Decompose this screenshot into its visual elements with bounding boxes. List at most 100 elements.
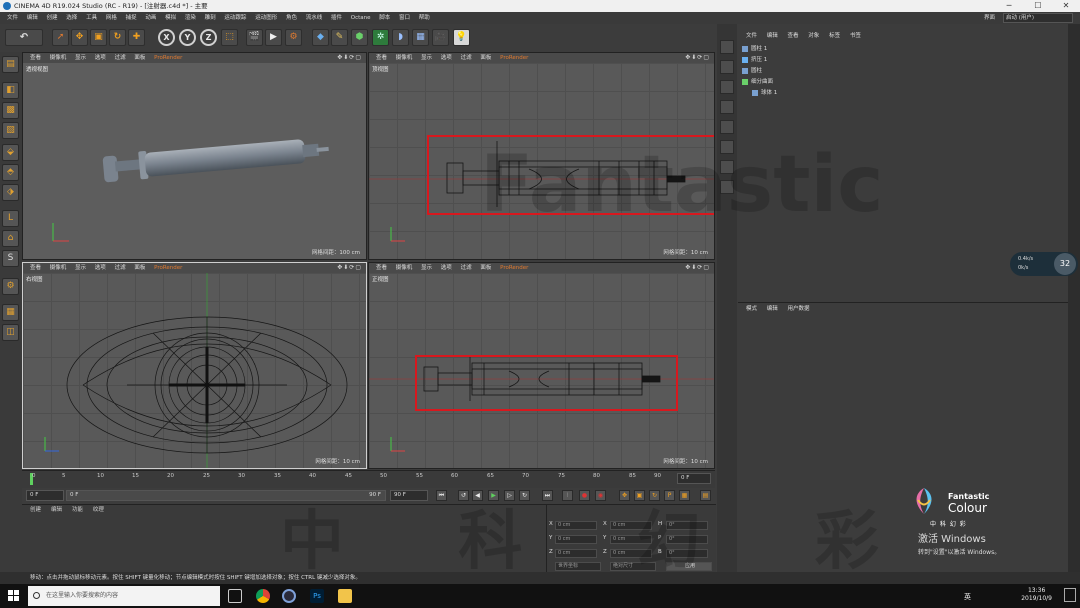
pen-spline-icon[interactable]: ✎ xyxy=(331,29,348,46)
am-menu-edit[interactable]: 编辑 xyxy=(767,306,778,312)
vp-menu-display[interactable]: 显示 xyxy=(421,265,432,271)
menu-file[interactable]: 文件 xyxy=(7,15,18,21)
motion-path-icon[interactable]: ⌇ xyxy=(562,490,573,501)
layout-select[interactable]: 启动 (用户) xyxy=(1003,13,1073,23)
key-parameter-icon[interactable]: P xyxy=(664,490,675,501)
next-key-icon[interactable]: ↻ xyxy=(519,490,530,501)
menu-create[interactable]: 创建 xyxy=(47,15,58,21)
menu-sculpt[interactable]: 雕刻 xyxy=(205,15,216,21)
side-tool-icon[interactable] xyxy=(720,80,734,94)
apply-button[interactable]: 应用 xyxy=(666,562,712,571)
light-icon[interactable]: 💡 xyxy=(453,29,470,46)
position-z-field[interactable]: 0 cm xyxy=(555,549,597,558)
file-explorer-icon[interactable] xyxy=(338,589,352,603)
object-row[interactable]: 圆柱 1 xyxy=(742,44,1062,54)
menu-mesh[interactable]: 网格 xyxy=(106,15,117,21)
position-x-field[interactable]: 0 cm xyxy=(555,521,597,530)
chrome-icon[interactable] xyxy=(256,589,270,603)
rotation-p-field[interactable]: 0° xyxy=(666,535,708,544)
menu-snap[interactable]: 捕捉 xyxy=(126,15,137,21)
object-row[interactable]: 挤压 1 xyxy=(742,55,1062,65)
workplane-mode-icon[interactable]: ▧ xyxy=(2,122,19,139)
vp-menu-panel[interactable]: 面板 xyxy=(134,55,145,61)
next-frame-icon[interactable]: ▷ xyxy=(504,490,515,501)
menu-select[interactable]: 选择 xyxy=(66,15,77,21)
viewport-nav-icons[interactable]: ✥⬇⟳▢ xyxy=(685,263,710,273)
taskbar-search-box[interactable]: 在这里输入你要搜索的内容 xyxy=(28,586,220,606)
vp-menu-panel[interactable]: 面板 xyxy=(134,265,145,271)
menu-pipeline[interactable]: 流水线 xyxy=(306,15,323,21)
viewport-nav-icons[interactable]: ✥⬇⟳▢ xyxy=(685,53,710,63)
y-axis-lock-icon[interactable]: Y xyxy=(179,29,196,46)
timeline-window-icon[interactable]: ▤ xyxy=(700,490,711,501)
edit-render-settings-icon[interactable]: ⚙ xyxy=(285,29,302,46)
side-tool-icon[interactable] xyxy=(720,60,734,74)
windows-start-icon[interactable] xyxy=(8,590,20,602)
size-z-field[interactable]: 0 cm xyxy=(610,549,652,558)
vp-menu-view[interactable]: 查看 xyxy=(30,55,41,61)
move-icon[interactable]: ✥ xyxy=(71,29,88,46)
prev-key-icon[interactable]: ↺ xyxy=(458,490,469,501)
rotation-b-field[interactable]: 0° xyxy=(666,549,708,558)
side-tool-icon[interactable] xyxy=(720,100,734,114)
floor-icon[interactable]: ▦ xyxy=(412,29,429,46)
menu-plugins[interactable]: 插件 xyxy=(331,15,342,21)
system-clock[interactable]: 13:36 2019/10/9 xyxy=(1021,587,1052,603)
mat-menu-function[interactable]: 功能 xyxy=(72,507,83,513)
grid-icon[interactable]: ◫ xyxy=(2,324,19,341)
viewport-nav-icons[interactable]: ✥⬇⟳▢ xyxy=(337,263,362,273)
vp-menu-cameras[interactable]: 摄像机 xyxy=(396,265,413,271)
om-menu-tags[interactable]: 标签 xyxy=(829,33,840,39)
menu-script[interactable]: 脚本 xyxy=(379,15,390,21)
mat-menu-create[interactable]: 创建 xyxy=(30,507,41,513)
viewport-right[interactable]: 查看 摄像机 显示 选项 过滤 面板 ProRender ✥⬇⟳▢ 右视图 网格… xyxy=(22,262,367,469)
minimize-button[interactable]: ─ xyxy=(995,0,1023,12)
texture-mode-icon[interactable]: ▩ xyxy=(2,102,19,119)
vp-menu-view[interactable]: 查看 xyxy=(376,55,387,61)
scale-icon[interactable]: ▣ xyxy=(90,29,107,46)
vp-menu-filter[interactable]: 过滤 xyxy=(115,265,126,271)
vp-menu-prorender[interactable]: ProRender xyxy=(500,55,528,61)
goto-end-icon[interactable]: ⏭ xyxy=(542,490,553,501)
menu-window[interactable]: 窗口 xyxy=(399,15,410,21)
menu-motion-tracking[interactable]: 运动跟踪 xyxy=(224,15,246,21)
goto-start-icon[interactable]: ⏮ xyxy=(436,490,447,501)
vp-menu-display[interactable]: 显示 xyxy=(75,265,86,271)
key-position-icon[interactable]: ✥ xyxy=(619,490,630,501)
start-frame-field[interactable]: 0 F xyxy=(26,490,64,501)
side-tool-icon[interactable] xyxy=(720,160,734,174)
input-language[interactable]: 英 xyxy=(964,592,971,602)
menu-tools[interactable]: 工具 xyxy=(86,15,97,21)
rotate-icon[interactable]: ↻ xyxy=(109,29,126,46)
am-menu-user-data[interactable]: 用户数据 xyxy=(788,306,810,312)
menu-mograph[interactable]: 运动图形 xyxy=(255,15,277,21)
vp-menu-options[interactable]: 选项 xyxy=(441,55,452,61)
object-row[interactable]: 圆柱 xyxy=(742,66,1062,76)
tweak-mode-icon[interactable]: ⌂ xyxy=(2,230,19,247)
play-icon[interactable]: ▶ xyxy=(488,490,499,501)
right-tab-strip[interactable] xyxy=(1068,24,1080,572)
am-menu-mode[interactable]: 模式 xyxy=(746,306,757,312)
object-row[interactable]: 球体 1 xyxy=(752,88,1072,98)
workplane-lock-icon[interactable]: ▦ xyxy=(2,304,19,321)
menu-simulate[interactable]: 模拟 xyxy=(165,15,176,21)
vp-menu-cameras[interactable]: 摄像机 xyxy=(396,55,413,61)
size-mode-select[interactable]: 绝对尺寸 xyxy=(610,562,656,571)
vp-menu-options[interactable]: 选项 xyxy=(441,265,452,271)
vp-menu-display[interactable]: 显示 xyxy=(421,55,432,61)
menu-edit[interactable]: 编辑 xyxy=(27,15,38,21)
om-menu-edit[interactable]: 编辑 xyxy=(767,33,778,39)
maximize-button[interactable]: ☐ xyxy=(1024,0,1052,12)
vp-menu-options[interactable]: 选项 xyxy=(95,265,106,271)
camera-icon[interactable]: 🎥 xyxy=(432,29,449,46)
deformer-icon[interactable]: ◗ xyxy=(392,29,409,46)
task-view-icon[interactable] xyxy=(228,589,242,603)
vp-menu-panel[interactable]: 面板 xyxy=(480,265,491,271)
cinema4d-taskbar-icon[interactable] xyxy=(282,589,296,603)
vp-menu-cameras[interactable]: 摄像机 xyxy=(50,265,67,271)
mat-menu-texture[interactable]: 纹理 xyxy=(93,507,104,513)
notifications-icon[interactable] xyxy=(1064,588,1076,602)
coordinate-system-icon[interactable]: ⬚ xyxy=(221,29,238,46)
side-tool-icon[interactable] xyxy=(720,140,734,154)
vp-menu-view[interactable]: 查看 xyxy=(376,265,387,271)
